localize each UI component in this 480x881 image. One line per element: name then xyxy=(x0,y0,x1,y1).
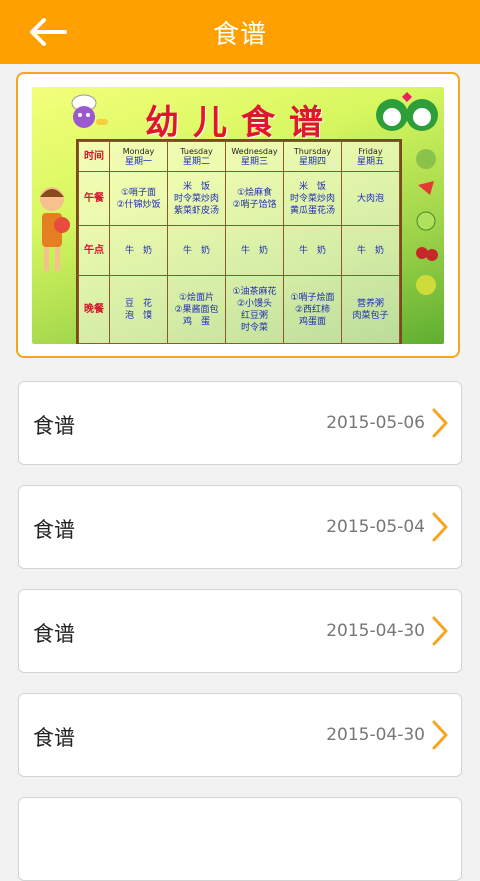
menu-cell: 豆 花 泡 馍 xyxy=(109,275,168,344)
menu-cell: ①烩面片 ②果酱面包 鸡 蛋 xyxy=(167,275,226,344)
chevron-right-icon xyxy=(432,408,448,438)
fruit-decoration-icon xyxy=(416,149,438,295)
watermelon-cartoon-icon xyxy=(376,92,438,131)
list-item[interactable]: 食谱 2015-05-06 xyxy=(18,381,462,465)
item-title: 食谱 xyxy=(33,726,75,750)
day-header: Monday 星期一 xyxy=(109,141,168,172)
day-header: Wednesday 星期三 xyxy=(225,141,284,172)
menu-cell: 大肉泡 xyxy=(341,171,400,226)
meal-label: 午餐 xyxy=(78,171,110,226)
back-arrow-icon xyxy=(30,18,67,46)
item-date: 2015-05-06 xyxy=(326,413,425,433)
menu-cell: 牛 奶 xyxy=(341,225,400,276)
menu-cell: ①哨子烩面 ②西红柿 鸡蛋面 xyxy=(283,275,342,344)
app-bar: 食谱 xyxy=(0,0,480,64)
weekly-menu-table: 时间 Monday 星期一 Tuesday 星期二 Wednesday 星期三 Thu… xyxy=(76,139,402,344)
meal-label: 晚餐 xyxy=(78,275,110,344)
corner-label: 时间 xyxy=(78,141,110,172)
menu-cell: ①油茶麻花 ②小馒头 红豆粥 时令菜 xyxy=(225,275,284,344)
menu-cell: ①烩麻食 ②哨子饸饹 xyxy=(225,171,284,226)
menu-banner[interactable]: 幼儿食谱 时间 Monday 星期一 Tuesday 星期二 Wednesday 星期… xyxy=(16,72,460,358)
poster-title: 幼儿食谱 xyxy=(145,103,337,143)
chef-cartoon-icon xyxy=(71,94,108,128)
item-title: 食谱 xyxy=(33,414,75,438)
chevron-right-icon xyxy=(432,720,448,750)
menu-cell: 米 饭 时令菜炒肉 黄瓜蛋花汤 xyxy=(283,171,342,226)
menu-cell: 营养粥 肉菜包子 xyxy=(341,275,400,344)
menu-cell: 牛 奶 xyxy=(109,225,168,276)
item-date: 2015-04-30 xyxy=(326,621,425,641)
chevron-right-icon xyxy=(432,512,448,542)
menu-cell: 牛 奶 xyxy=(225,225,284,276)
item-title: 食谱 xyxy=(33,518,75,542)
list-item[interactable]: 食谱 2015-05-04 xyxy=(18,485,462,569)
day-header: Thursday 星期四 xyxy=(283,141,342,172)
day-header: Friday 星期五 xyxy=(341,141,400,172)
list-item-partial[interactable] xyxy=(18,797,462,881)
meal-label: 午点 xyxy=(78,225,110,276)
menu-cell: 牛 奶 xyxy=(283,225,342,276)
girl-cartoon-icon xyxy=(40,187,70,271)
list-item[interactable]: 食谱 2015-04-30 xyxy=(18,589,462,673)
menu-cell: 牛 奶 xyxy=(167,225,226,276)
menu-cell: ①哨子面 ②什锦炒饭 xyxy=(109,171,168,226)
day-header: Tuesday 星期二 xyxy=(167,141,226,172)
list-item[interactable]: 食谱 2015-04-30 xyxy=(18,693,462,777)
item-title: 食谱 xyxy=(33,622,75,646)
item-date: 2015-04-30 xyxy=(326,725,425,745)
back-button[interactable] xyxy=(26,14,70,50)
menu-poster-image: 幼儿食谱 时间 Monday 星期一 Tuesday 星期二 Wednesday 星期… xyxy=(32,87,444,344)
menu-cell: 米 饭 时令菜炒肉 紫菜虾皮汤 xyxy=(167,171,226,226)
page-title: 食谱 xyxy=(212,19,267,50)
item-date: 2015-05-04 xyxy=(326,517,425,537)
chevron-right-icon xyxy=(432,616,448,646)
